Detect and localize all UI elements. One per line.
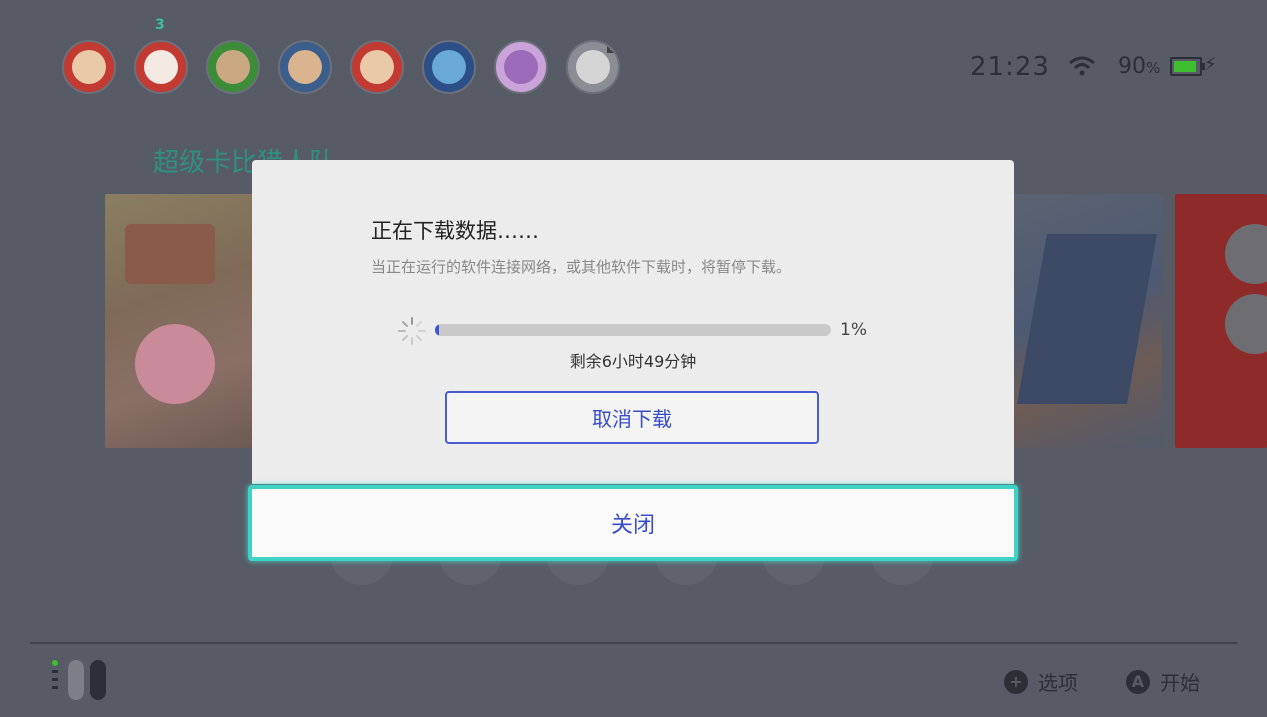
close-button[interactable]: 关闭 (248, 485, 1018, 561)
pokemon-art (1017, 234, 1157, 404)
wifi-icon (1069, 56, 1095, 76)
joycon-icon (52, 660, 106, 700)
avatar[interactable] (278, 40, 332, 94)
avatar[interactable] (62, 40, 116, 94)
time-remaining: 剩余6小时49分钟 (569, 352, 697, 371)
avatar[interactable] (350, 40, 404, 94)
user-avatars: 1 (62, 40, 620, 94)
download-progress-fill (435, 324, 439, 336)
dialog-description: 当正在运行的软件连接网络，或其他软件下载时，将暂停下载。 (371, 258, 792, 276)
plus-button-icon: + (1004, 669, 1028, 694)
options-label: 选项 (1038, 671, 1078, 695)
snes-button-art (1225, 294, 1267, 354)
friend-notification-badge: 1 (607, 40, 618, 53)
download-progress-bar (435, 324, 831, 336)
game-tile-pokemon[interactable] (1012, 194, 1162, 448)
start-label: 开始 (1160, 671, 1200, 695)
game-tile-snes[interactable] (1175, 194, 1267, 448)
snes-button-art (1225, 224, 1267, 284)
avatar[interactable] (134, 40, 188, 94)
avatar[interactable] (494, 40, 548, 94)
avatar[interactable]: 1 (566, 40, 620, 94)
progress-percent: 1% (840, 320, 867, 340)
loading-spinner-icon (398, 317, 426, 345)
avatar[interactable] (422, 40, 476, 94)
kirby-art (135, 324, 215, 404)
battery-icon (1170, 57, 1205, 76)
start-hint[interactable]: A 开始 (1126, 667, 1200, 696)
user-badge-count: 3 (155, 17, 165, 33)
charging-icon: ⚡ (1204, 54, 1217, 75)
avatar[interactable] (206, 40, 260, 94)
dialog-title: 正在下载数据…… (371, 219, 539, 243)
game-logo-art (125, 224, 215, 284)
clock: 21:23 (970, 52, 1050, 82)
battery-percent: 90% (1118, 54, 1161, 79)
download-dialog: 正在下载数据…… 当正在运行的软件连接网络，或其他软件下载时，将暂停下载。 1%… (252, 160, 1014, 484)
a-button-icon: A (1126, 669, 1150, 694)
game-tile-kirby[interactable] (105, 194, 255, 448)
cancel-download-button[interactable]: 取消下载 (445, 391, 819, 444)
options-hint[interactable]: + 选项 (1004, 667, 1078, 696)
footer-divider (30, 642, 1237, 644)
